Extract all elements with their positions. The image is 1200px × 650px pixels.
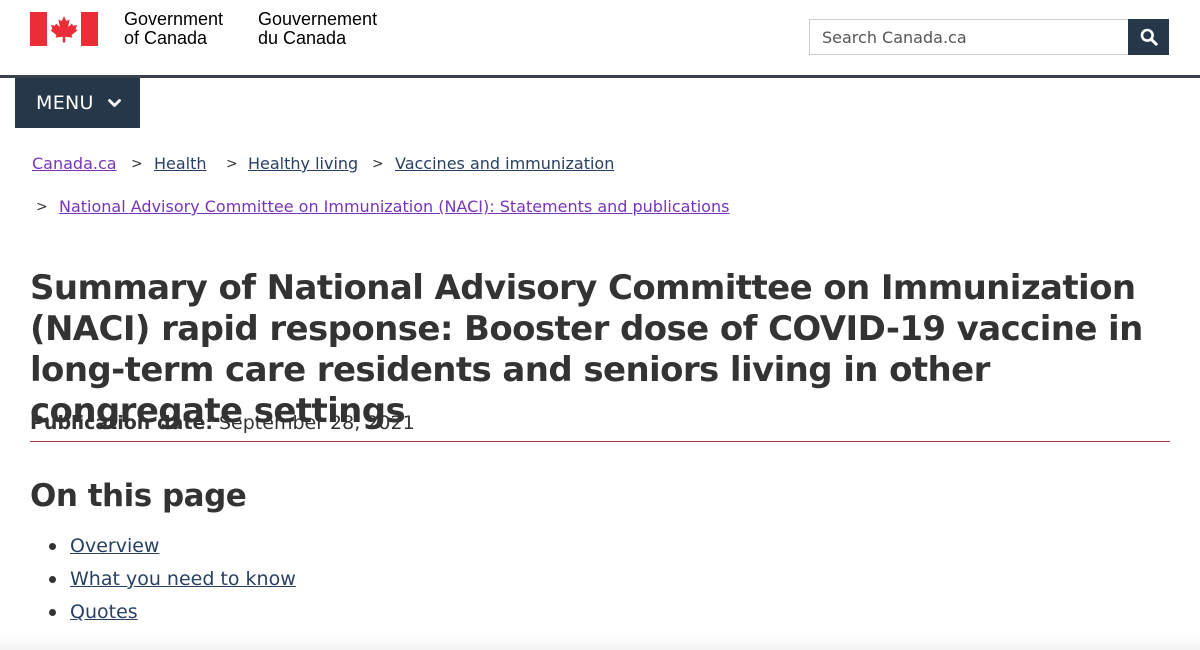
breadcrumb-link-vaccines-and-immunization[interactable]: Vaccines and immunization (395, 154, 614, 173)
signature-english: Government of Canada (124, 9, 224, 48)
on-this-page-list: Overview What you need to know Quotes (30, 530, 296, 629)
toc-link-what-you-need-to-know[interactable]: What you need to know (70, 568, 296, 590)
bullet-icon (49, 543, 56, 550)
menu-label: MENU (36, 92, 94, 114)
search-form (809, 19, 1169, 55)
page-bottom-edge (0, 634, 1200, 650)
magnifier-icon (1140, 28, 1158, 46)
signature-french: Gouvernement du Canada (258, 9, 378, 48)
on-this-page-heading: On this page (30, 478, 247, 514)
toc-link-quotes[interactable]: Quotes (70, 601, 138, 623)
breadcrumb-separator: > (226, 156, 238, 172)
bullet-icon (49, 609, 56, 616)
breadcrumb-separator: > (131, 156, 143, 172)
menu-button[interactable]: MENU (15, 78, 140, 128)
list-item: What you need to know (30, 563, 296, 596)
list-item: Overview (30, 530, 296, 563)
breadcrumb-link-healthy-living[interactable]: Healthy living (248, 154, 358, 173)
breadcrumb-item-health: Health (154, 154, 207, 173)
breadcrumb-item-vaccines: Vaccines and immunization (395, 154, 614, 173)
bullet-icon (49, 576, 56, 583)
breadcrumb-separator: > (372, 156, 384, 172)
breadcrumb-link-canada-ca[interactable]: Canada.ca (32, 154, 117, 173)
publication-date: Publication date: September 28, 2021 (30, 412, 415, 434)
toc-link-overview[interactable]: Overview (70, 535, 159, 557)
breadcrumb-item-canada-ca: Canada.ca (32, 154, 117, 173)
search-button[interactable] (1128, 19, 1169, 55)
search-input[interactable] (809, 19, 1128, 55)
publication-date-value: September 28, 2021 (219, 412, 415, 434)
breadcrumb-item-healthy-living: Healthy living (248, 154, 358, 173)
chevron-down-icon (107, 98, 121, 108)
breadcrumb-separator: > (36, 199, 48, 215)
site-header: Government of Canada Gouvernement du Can… (0, 0, 1200, 78)
canada-flag-icon (30, 12, 98, 46)
publication-date-label: Publication date: (30, 412, 213, 434)
list-item: Quotes (30, 596, 296, 629)
breadcrumb-link-naci-statements[interactable]: National Advisory Committee on Immunizat… (59, 197, 729, 216)
government-of-canada-logo[interactable]: Government of Canada Gouvernement du Can… (30, 10, 377, 48)
breadcrumb-link-health[interactable]: Health (154, 154, 207, 173)
breadcrumb-item-naci: National Advisory Committee on Immunizat… (59, 197, 729, 216)
